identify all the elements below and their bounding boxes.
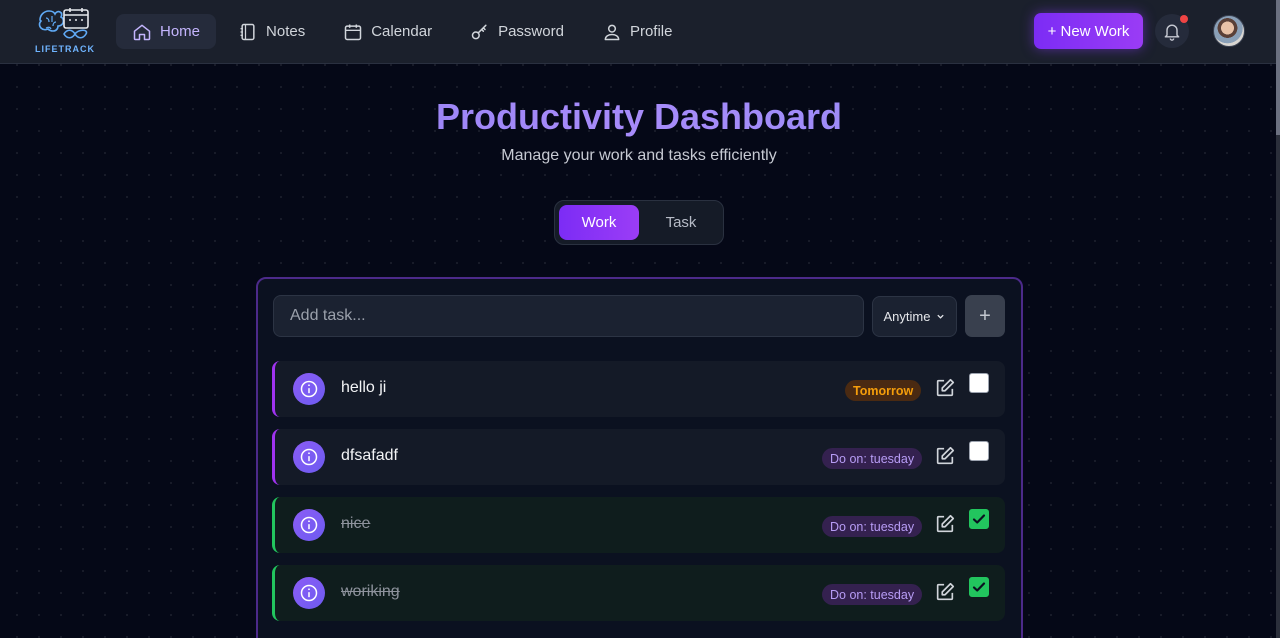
task-row[interactable]: hello ji Tomorrow bbox=[272, 361, 1005, 417]
due-badge: Do on: tuesday bbox=[822, 448, 923, 469]
edit-icon[interactable] bbox=[934, 581, 956, 603]
task-title: nice bbox=[341, 515, 371, 532]
timing-select-value: Anytime bbox=[883, 309, 931, 324]
add-task-input[interactable] bbox=[273, 295, 864, 337]
nav-item-label: Calendar bbox=[371, 23, 433, 40]
edit-icon[interactable] bbox=[934, 513, 956, 535]
main-nav: Home Notes Calendar Password Profile bbox=[116, 14, 688, 49]
nav-item-label: Profile bbox=[629, 23, 673, 40]
page-title: Productivity Dashboard bbox=[0, 96, 1278, 138]
add-task-button[interactable]: + bbox=[965, 295, 1005, 337]
task-checkbox[interactable] bbox=[969, 509, 989, 529]
nav-item-calendar[interactable]: Calendar bbox=[327, 14, 448, 49]
task-checkbox[interactable] bbox=[969, 373, 989, 393]
page-subtitle: Manage your work and tasks efficiently bbox=[501, 147, 777, 164]
key-icon bbox=[471, 24, 487, 39]
info-icon bbox=[300, 516, 318, 534]
bell-icon bbox=[1164, 24, 1180, 41]
nav-item-label: Password bbox=[498, 23, 564, 40]
edit-icon[interactable] bbox=[934, 445, 956, 467]
timing-select[interactable]: Anytime bbox=[872, 296, 957, 337]
nav-item-password[interactable]: Password bbox=[454, 14, 580, 49]
user-icon bbox=[604, 24, 620, 40]
lifetrack-logo[interactable]: LIFETRACK bbox=[34, 6, 96, 56]
task-title: hello ji bbox=[341, 379, 387, 396]
info-button[interactable] bbox=[293, 509, 325, 541]
task-title: dfsafadf bbox=[341, 447, 398, 464]
info-icon bbox=[300, 584, 318, 602]
info-icon bbox=[300, 448, 318, 466]
nav-item-label: Home bbox=[160, 23, 201, 40]
nav-item-home[interactable]: Home bbox=[116, 14, 217, 49]
notification-dot bbox=[1180, 15, 1188, 23]
tab-task[interactable]: Task bbox=[641, 205, 721, 240]
chevron-down-icon bbox=[937, 314, 945, 319]
notebook-icon bbox=[240, 23, 255, 40]
nav-item-profile[interactable]: Profile bbox=[586, 14, 689, 49]
logo-text: LIFETRACK bbox=[35, 44, 95, 54]
tab-work[interactable]: Work bbox=[559, 205, 639, 240]
checkmark-icon bbox=[972, 514, 986, 524]
info-button[interactable] bbox=[293, 441, 325, 473]
task-row[interactable]: woriking Do on: tuesday bbox=[272, 565, 1005, 621]
checkmark-icon bbox=[972, 582, 986, 592]
nav-item-label: Notes bbox=[266, 23, 306, 40]
work-task-toggle: Work Task bbox=[554, 200, 724, 245]
task-title: woriking bbox=[341, 583, 400, 600]
due-badge: Do on: tuesday bbox=[822, 516, 923, 537]
task-checkbox[interactable] bbox=[969, 441, 989, 461]
due-badge: Tomorrow bbox=[845, 380, 922, 401]
task-row[interactable]: dfsafadf Do on: tuesday bbox=[272, 429, 1005, 485]
brain-calendar-logo-icon bbox=[38, 8, 89, 39]
info-button[interactable] bbox=[293, 373, 325, 405]
info-button[interactable] bbox=[293, 577, 325, 609]
info-icon bbox=[300, 380, 318, 398]
due-badge: Do on: tuesday bbox=[822, 584, 923, 605]
nav-item-notes[interactable]: Notes bbox=[222, 14, 321, 49]
task-row[interactable]: nice Do on: tuesday bbox=[272, 497, 1005, 553]
new-work-button[interactable]: + New Work bbox=[1034, 13, 1143, 49]
calendar-icon bbox=[344, 24, 362, 40]
avatar[interactable] bbox=[1213, 15, 1245, 47]
edit-icon[interactable] bbox=[934, 377, 956, 399]
task-checkbox[interactable] bbox=[969, 577, 989, 597]
home-icon bbox=[133, 24, 151, 40]
